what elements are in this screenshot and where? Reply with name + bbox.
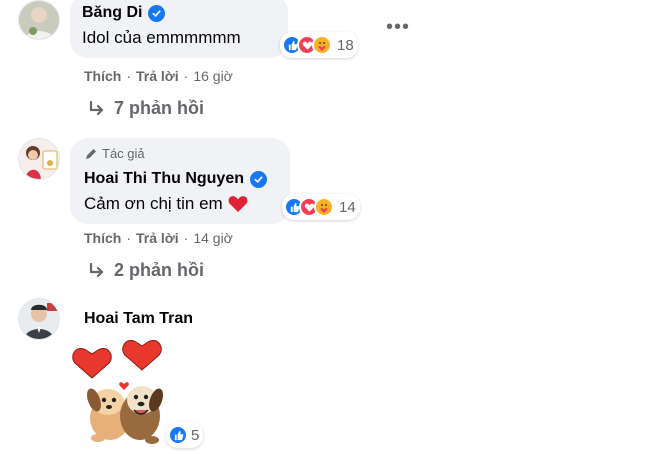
comment-timestamp[interactable]: 14 giờ	[193, 230, 233, 246]
view-replies-link[interactable]: 2 phản hồi	[88, 260, 204, 281]
reply-link[interactable]: Trả lời	[136, 230, 179, 246]
red-heart-icon	[228, 196, 248, 212]
author-badge: Tác giả	[102, 146, 145, 161]
verified-badge-icon	[250, 170, 267, 188]
avatar[interactable]	[18, 0, 60, 40]
reply-link[interactable]: Trả lời	[136, 68, 179, 84]
user-photo-icon	[19, 299, 59, 339]
comment-actions: Thích · Trả lời · 16 giờ	[84, 68, 233, 84]
reaction-summary[interactable]: 18	[280, 32, 358, 58]
user-photo-icon	[19, 139, 59, 179]
comment-text: Idol của emmmmmm	[82, 28, 241, 47]
reaction-count: 18	[337, 36, 354, 54]
dogs-with-hearts-sticker	[70, 340, 174, 446]
comment-bubble: Tác giả Hoai Thi Thu Nguyen Cảm ơn chị t…	[70, 138, 290, 224]
comment-author[interactable]: Hoai Tam Tran	[84, 310, 193, 328]
like-link[interactable]: Thích	[84, 230, 121, 246]
verified-badge-icon	[148, 4, 166, 22]
reaction-count: 5	[191, 426, 200, 444]
reply-arrow-icon	[89, 100, 104, 115]
replies-count: 2 phản hồi	[114, 260, 204, 280]
comment-bubble: Băng Di Idol của emmmmmm	[70, 0, 288, 58]
reaction-summary[interactable]: 14	[282, 194, 360, 220]
comment-text: Cảm ơn chị tin em	[84, 194, 223, 213]
reaction-summary[interactable]: 5	[166, 422, 204, 448]
view-replies-link[interactable]: 7 phản hồi	[88, 98, 204, 119]
avatar[interactable]	[18, 298, 60, 340]
more-options-icon[interactable]: •••	[386, 16, 410, 39]
comment-actions: Thích · Trả lời · 14 giờ	[84, 230, 233, 246]
reply-arrow-icon	[89, 262, 104, 277]
comment-timestamp[interactable]: 16 giờ	[193, 68, 233, 84]
pencil-icon	[86, 148, 96, 159]
care-reaction-icon	[312, 35, 332, 55]
like-reaction-icon	[168, 425, 188, 445]
user-photo-icon	[19, 1, 59, 39]
reaction-count: 14	[339, 198, 356, 216]
like-link[interactable]: Thích	[84, 68, 121, 84]
care-reaction-icon	[314, 197, 334, 217]
replies-count: 7 phản hồi	[114, 98, 204, 118]
comment-author[interactable]: Băng Di	[82, 4, 142, 22]
comment-author[interactable]: Hoai Thi Thu Nguyen	[84, 170, 244, 188]
avatar[interactable]	[18, 138, 60, 180]
